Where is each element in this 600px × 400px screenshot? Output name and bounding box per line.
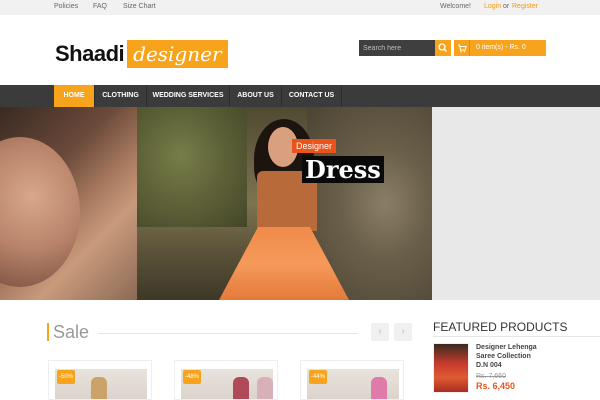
banner-tag-designer: Designer	[292, 139, 337, 153]
top-utility-bar: Policies FAQ Size Chart Welcome! Login o…	[0, 0, 600, 15]
featured-divider	[433, 336, 600, 337]
featured-product-image[interactable]	[433, 343, 469, 393]
nav-item-contact-us[interactable]: CONTACT US	[282, 85, 342, 107]
banner-main-image	[137, 107, 432, 300]
sale-prev-button[interactable]: ‹	[371, 323, 389, 341]
cart-summary: 0 item(s) - Rs. 0	[476, 44, 526, 51]
policies-link[interactable]: Policies	[54, 3, 78, 10]
banner-side-image	[0, 107, 137, 300]
faq-link[interactable]: FAQ	[93, 3, 107, 10]
search-box	[359, 40, 451, 56]
sale-product-card[interactable]: -48%	[174, 360, 278, 400]
nav-item-about-us[interactable]: ABOUT US	[230, 85, 282, 107]
sale-divider	[98, 333, 358, 334]
register-link[interactable]: Register	[512, 3, 538, 10]
sale-product-card[interactable]: -50%	[48, 360, 152, 400]
login-link[interactable]: Login	[484, 3, 501, 10]
discount-badge: -48%	[183, 370, 201, 384]
sale-product-card[interactable]: -44%	[300, 360, 404, 400]
featured-product-price: Rs. 6,450	[476, 381, 516, 391]
chevron-left-icon: ‹	[378, 326, 382, 337]
search-input[interactable]	[359, 40, 435, 56]
main-nav: HOME CLOTHING WEDDING SERVICES ABOUT US …	[0, 85, 600, 107]
cart-button[interactable]: 0 item(s) - Rs. 0	[454, 40, 546, 56]
featured-products-title: FEATURED PRODUCTS	[433, 320, 568, 334]
featured-product-old-price: Rs. 7,660	[476, 373, 506, 380]
search-button[interactable]	[435, 40, 451, 56]
logo-text-designer: designer	[127, 40, 228, 68]
featured-product-name[interactable]: Designer Lehenga Saree Collection D.N 00…	[476, 343, 544, 370]
sale-title: Sale	[53, 322, 90, 342]
nav-item-home[interactable]: HOME	[54, 85, 95, 107]
or-text: or	[503, 3, 510, 10]
search-icon	[438, 43, 447, 52]
sale-next-button[interactable]: ›	[394, 323, 412, 341]
size-chart-link[interactable]: Size Chart	[123, 3, 156, 10]
discount-badge: -44%	[309, 370, 327, 384]
site-logo[interactable]: Shaadi designer	[55, 40, 228, 68]
sale-title-accent	[47, 323, 49, 341]
discount-badge: -50%	[57, 370, 75, 384]
cart-icon	[454, 40, 470, 56]
chevron-right-icon: ›	[401, 326, 405, 337]
welcome-text: Welcome!	[440, 3, 471, 10]
nav-item-clothing[interactable]: CLOTHING	[95, 85, 147, 107]
logo-text-shaadi: Shaadi	[55, 41, 125, 66]
hero-banner[interactable]: Designer Dress	[0, 107, 600, 300]
nav-item-wedding-services[interactable]: WEDDING SERVICES	[147, 85, 230, 107]
banner-tag-dress: Dress	[302, 156, 384, 183]
page: Policies FAQ Size Chart Welcome! Login o…	[0, 0, 600, 400]
